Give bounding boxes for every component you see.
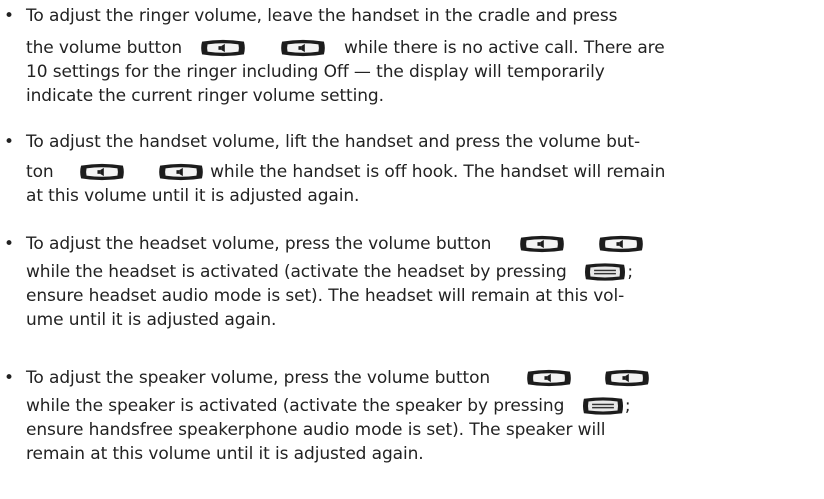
ringer-line-4: indicate the current ringer volume setti… xyxy=(26,86,384,106)
ringer-volume-item: • To adjust the ringer volume, leave the… xyxy=(4,4,810,108)
manual-page: • To adjust the ringer volume, leave the… xyxy=(0,0,824,499)
volume-up-key-icon xyxy=(279,38,327,58)
speaker-headset-key-icon xyxy=(581,396,625,416)
volume-up-key-icon xyxy=(597,234,645,254)
volume-down-key-icon xyxy=(199,38,247,58)
headset-volume-item: • To adjust the headset volume, press th… xyxy=(4,232,810,332)
volume-down-key-icon xyxy=(525,368,573,388)
volume-up-key-icon xyxy=(157,162,205,182)
volume-down-key-icon xyxy=(78,162,126,182)
speaker-line-2b: ; xyxy=(624,396,631,416)
speaker-line-4: remain at this volume until it is adjust… xyxy=(26,444,424,464)
ringer-line-2b: while there is no active call. There are xyxy=(343,38,665,58)
ringer-line-2a: the volume button xyxy=(26,38,183,58)
bullet-dot: • xyxy=(4,6,15,26)
handset-line-2a: ton xyxy=(26,162,54,182)
speaker-line-2a: while the speaker is activated (activate… xyxy=(26,396,565,416)
headset-line-3: ensure headset audio mode is set). The h… xyxy=(26,286,625,306)
bullet-dot: • xyxy=(4,234,15,254)
speaker-line-1a: To adjust the speaker volume, press the … xyxy=(26,368,491,388)
speaker-volume-item: • To adjust the speaker volume, press th… xyxy=(4,366,810,466)
volume-up-key-icon xyxy=(603,368,651,388)
headset-line-1a: To adjust the headset volume, press the … xyxy=(26,234,492,254)
bullet-dot: • xyxy=(4,368,15,388)
bullet-dot: • xyxy=(4,132,15,152)
speaker-headset-key-icon xyxy=(583,262,627,282)
speaker-line-3: ensure handsfree speakerphone audio mode… xyxy=(26,420,606,440)
handset-line-1: To adjust the handset volume, lift the h… xyxy=(26,132,641,152)
headset-line-4: ume until it is adjusted again. xyxy=(26,310,277,330)
volume-down-key-icon xyxy=(518,234,566,254)
handset-line-3: at this volume until it is adjusted agai… xyxy=(26,186,360,206)
handset-volume-item: • To adjust the handset volume, lift the… xyxy=(4,130,810,208)
ringer-line-1: To adjust the ringer volume, leave the h… xyxy=(26,6,618,26)
handset-line-2b: while the handset is off hook. The hands… xyxy=(210,162,666,182)
headset-line-2b: ; xyxy=(627,262,633,282)
headset-line-2a: while the headset is activated (activate… xyxy=(26,262,567,282)
ringer-line-3: 10 settings for the ringer including Off… xyxy=(26,62,605,82)
